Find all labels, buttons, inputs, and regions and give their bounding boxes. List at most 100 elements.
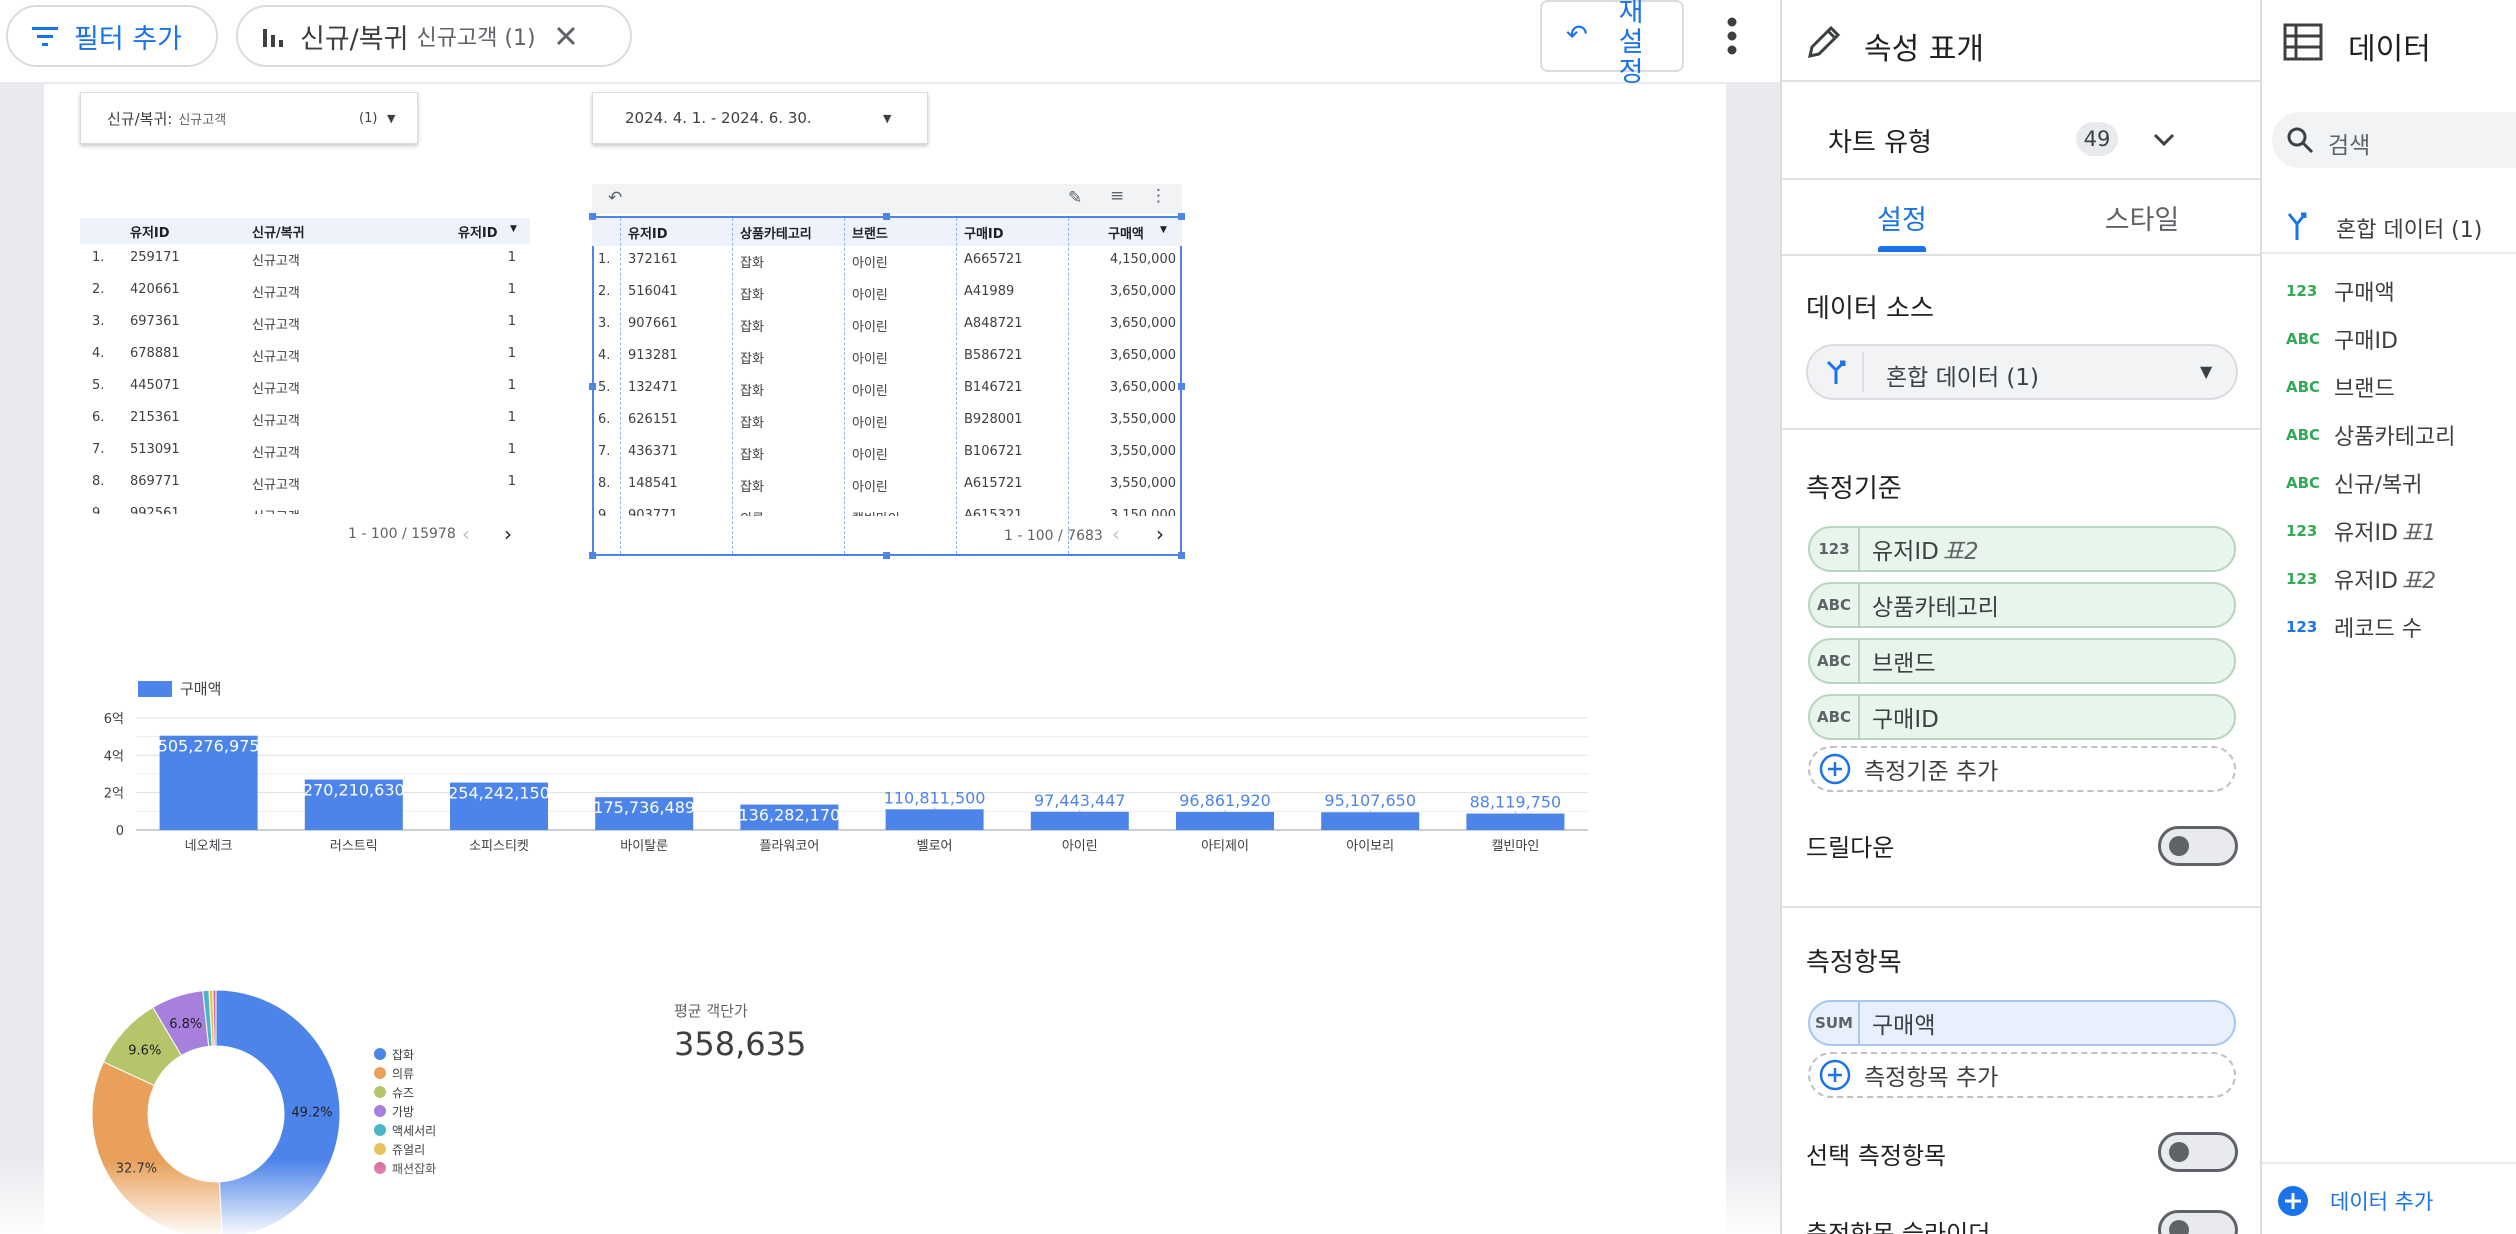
tab-style[interactable]: 스타일 xyxy=(2022,180,2262,254)
add-circle-icon xyxy=(1819,1059,1851,1091)
table-row[interactable]: 1. 259171 신규고객 1 xyxy=(80,244,530,276)
resize-handle[interactable] xyxy=(589,552,596,559)
table-cell: 신규고객 xyxy=(252,506,300,514)
dimension-chip-brand[interactable]: ABC 브랜드 xyxy=(1808,638,2236,684)
sort-desc-icon[interactable]: ▼ xyxy=(510,224,517,234)
filter-icon[interactable]: ≡ xyxy=(1110,186,1124,206)
metric-slider-toggle[interactable] xyxy=(2158,1210,2238,1234)
field-item[interactable]: ABC 신규/복귀 xyxy=(2286,466,2426,500)
column-guide xyxy=(732,218,733,554)
table-row[interactable]: 2. 516041 잡화 아이린 A41989 3,650,000 xyxy=(592,278,1182,310)
undo-icon[interactable]: ↶ xyxy=(608,188,622,208)
table-row[interactable]: 8. 148541 잡화 아이린 A615721 3,550,000 xyxy=(592,470,1182,502)
pencil-icon xyxy=(1808,25,1841,58)
column-header[interactable]: 구매ID xyxy=(964,223,1004,242)
pencil-icon[interactable]: ✎ xyxy=(1068,188,1082,208)
add-data-button[interactable]: 데이터 추가 xyxy=(2262,1162,2516,1234)
filter-chip-user-type[interactable]: 신규/복귀 신규고객 (1) xyxy=(236,5,632,67)
field-search[interactable]: 검색 xyxy=(2272,112,2516,168)
chart-type-row[interactable]: 차트 유형 49 xyxy=(1782,82,2262,178)
number-type-icon: 123 xyxy=(2286,570,2318,588)
column-header[interactable]: 신규/복귀 xyxy=(252,222,305,241)
field-item[interactable]: ABC 상품카테고리 xyxy=(2286,418,2459,452)
dimension-chip-user-id[interactable]: 123 유저ID 표2 xyxy=(1808,526,2236,572)
bar-chart-brand-revenue[interactable]: 구매액 0 2억 4억 6억 505,276,975 네오체크 270,210,630 러스트릭… xyxy=(80,664,1610,864)
dimension-name: 구매ID xyxy=(1872,707,1939,733)
column-header[interactable]: 구매액 xyxy=(1108,223,1144,242)
field-item[interactable]: 123 구매액 xyxy=(2286,274,2399,308)
y-tick-label: 2억 xyxy=(104,787,124,802)
resize-handle[interactable] xyxy=(589,213,596,220)
table-row[interactable]: 8. 869771 신규고객 1 xyxy=(80,468,530,500)
table-row[interactable]: 5. 132471 잡화 아이린 B146721 3,650,000 xyxy=(592,374,1182,406)
table-row[interactable]: 1. 372161 잡화 아이린 A665721 4,150,000 xyxy=(592,246,1182,278)
table-row[interactable]: 5. 445071 신규고객 1 xyxy=(80,372,530,404)
resize-handle[interactable] xyxy=(883,552,890,559)
add-filter-button[interactable]: 필터 추가 xyxy=(6,5,218,67)
table-cell: 420661 xyxy=(130,282,180,297)
column-header[interactable]: 유저ID xyxy=(458,222,498,241)
prev-page-icon[interactable]: ‹ xyxy=(1112,522,1120,546)
resize-handle[interactable] xyxy=(1178,213,1185,220)
data-source-select[interactable]: 혼합 데이터 (1) ▼ xyxy=(1806,344,2238,400)
resize-handle[interactable] xyxy=(589,383,596,390)
next-page-icon[interactable]: › xyxy=(1156,522,1164,546)
scorecard-avg-order[interactable]: 평균 객단가 358,635 xyxy=(674,1000,806,1063)
bar xyxy=(885,809,984,830)
table-row[interactable]: 6. 215361 신규고객 1 xyxy=(80,404,530,436)
add-dimension-button[interactable]: 측정기준 추가 xyxy=(1808,746,2236,792)
x-tick-label: 아이린 xyxy=(1062,839,1098,854)
table-new-users[interactable]: 유저ID 신규/복귀 유저ID ▼ 1. 259171 신규고객 1 2. 420661 신… xyxy=(80,218,530,548)
optional-metric-toggle[interactable] xyxy=(2158,1132,2238,1172)
resize-handle[interactable] xyxy=(1178,383,1185,390)
close-icon[interactable] xyxy=(554,24,578,48)
resize-handle[interactable] xyxy=(883,213,890,220)
user-type-filter-control[interactable]: 신규/복귀: 신규고객 (1) ▼ xyxy=(80,92,418,144)
sort-desc-icon[interactable]: ▼ xyxy=(1160,225,1167,235)
date-range-control[interactable]: 2024. 4. 1. - 2024. 6. 30. ▼ xyxy=(592,92,928,144)
table-row[interactable]: 7. 436371 잡화 아이린 B106721 3,550,000 xyxy=(592,438,1182,470)
column-header[interactable]: 브랜드 xyxy=(852,223,888,242)
field-item[interactable]: 123 레코드 수 xyxy=(2286,610,2426,644)
dimension-chip-purchase-id[interactable]: ABC 구매ID xyxy=(1808,694,2236,740)
more-vert-icon[interactable]: ⋮ xyxy=(1150,186,1167,206)
next-page-icon[interactable]: › xyxy=(504,522,512,546)
table-row[interactable]: 7. 513091 신규고객 1 xyxy=(80,436,530,468)
table-row[interactable]: 9. 992561 신규고객 xyxy=(80,500,530,514)
column-header[interactable]: 유저ID xyxy=(628,223,668,242)
table-row[interactable]: 2. 420661 신규고객 1 xyxy=(80,276,530,308)
table-cell: 3. xyxy=(92,314,105,329)
table-row[interactable]: 9. 903771 의류 캘빈마인 A615321 3,150,000 xyxy=(592,502,1182,516)
field-item[interactable]: 123 유저ID 표1 xyxy=(2286,514,2436,548)
column-header[interactable]: 유저ID xyxy=(130,222,170,241)
prev-page-icon[interactable]: ‹ xyxy=(462,522,470,546)
data-source-row[interactable]: 혼합 데이터 (1) xyxy=(2262,200,2516,254)
legend-label: 슈즈 xyxy=(392,1086,414,1100)
table-purchases[interactable]: ↶ ✎ ≡ ⋮ 유저ID 상품카테고리 브랜드 구매ID 구매액 ▼ 1. 372… xyxy=(589,184,1185,559)
table-row[interactable]: 4. 913281 잡화 아이린 B586721 3,650,000 xyxy=(592,342,1182,374)
table-icon xyxy=(2283,23,2323,61)
metric-name: 구매액 xyxy=(1872,1013,1936,1039)
add-metric-button[interactable]: 측정항목 추가 xyxy=(1808,1052,2236,1098)
table-cell: A615721 xyxy=(964,476,1023,491)
table-row[interactable]: 3. 697361 신규고객 1 xyxy=(80,308,530,340)
field-item[interactable]: 123 유저ID 표2 xyxy=(2286,562,2436,596)
text-type-icon: ABC xyxy=(2286,474,2321,492)
drilldown-toggle[interactable] xyxy=(2158,826,2238,866)
x-tick-label: 러스트릭 xyxy=(330,839,378,854)
table-row[interactable]: 4. 678881 신규고객 1 xyxy=(80,340,530,372)
bar xyxy=(1176,811,1274,830)
tab-settings[interactable]: 설정 xyxy=(1782,180,2022,254)
field-item[interactable]: ABC 브랜드 xyxy=(2286,370,2399,404)
more-vert-icon[interactable] xyxy=(1718,14,1746,58)
table-row[interactable]: 6. 626151 잡화 아이린 B928001 3,550,000 xyxy=(592,406,1182,438)
field-item[interactable]: ABC 구매ID xyxy=(2286,322,2402,356)
resize-handle[interactable] xyxy=(1178,552,1185,559)
table-row[interactable]: 3. 907661 잡화 아이린 A848721 3,650,000 xyxy=(592,310,1182,342)
dimension-chip-category[interactable]: ABC 상품카테고리 xyxy=(1808,582,2236,628)
reset-button[interactable]: ↶ 재설정 xyxy=(1540,0,1684,88)
table-body: 1. 372161 잡화 아이린 A665721 4,150,000 2. 516041 잡화 아… xyxy=(592,246,1182,516)
column-header[interactable]: 상품카테고리 xyxy=(740,223,812,242)
table-cell: 잡화 xyxy=(740,320,764,335)
metric-chip-purchase-amount[interactable]: SUM 구매액 xyxy=(1808,1000,2236,1046)
